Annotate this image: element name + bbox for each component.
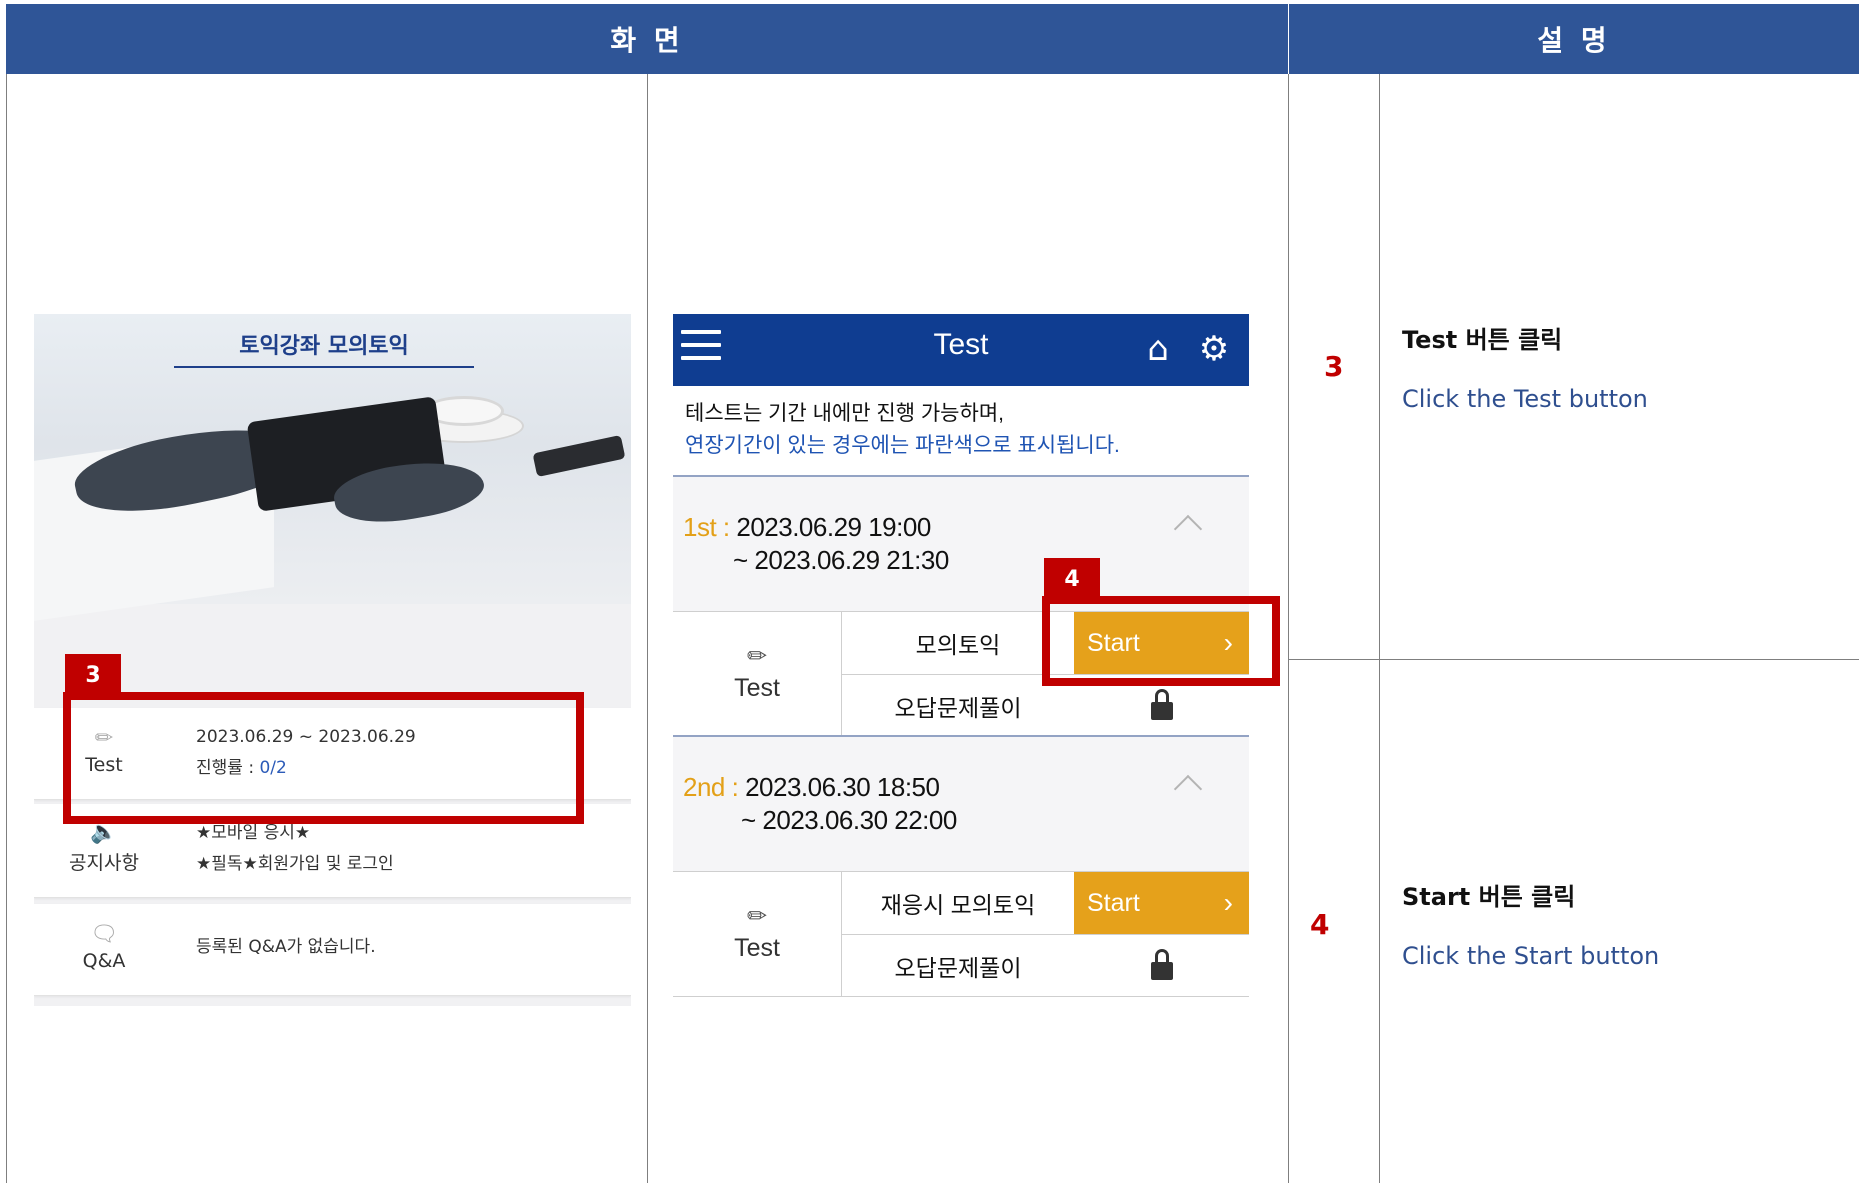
callout-box-4 [1042, 596, 1280, 686]
border-screen-split [647, 74, 648, 1183]
settings-icon[interactable]: ⚙ [1191, 326, 1237, 372]
step-number-4: 4 [1310, 908, 1330, 941]
session-2-end: ~ 2023.06.30 22:00 [741, 805, 957, 835]
session-1-row2-label: 오답문제풀이 [894, 695, 1022, 721]
session-2-left-label: Test [734, 934, 780, 962]
home-icon[interactable]: ⌂ [1135, 326, 1181, 372]
border-left [6, 74, 7, 1183]
step-3-desc: Click the Test button [1402, 385, 1648, 413]
step-4-title: Start 버튼 클릭 [1402, 883, 1576, 911]
session-1-start: 1st : 2023.06.29 19:00 [683, 512, 931, 542]
border-step-row [1288, 659, 1859, 660]
notice-card-label: 공지사항 [69, 852, 139, 874]
banner-image: 토익강좌 모의토익 [34, 314, 631, 621]
session-2-start: 2nd : 2023.06.30 18:50 [683, 772, 940, 802]
chevron-up-icon[interactable] [1173, 774, 1203, 804]
app-bar: Test ⌂ ⚙ [673, 314, 1249, 386]
banner-phone [532, 434, 626, 478]
callout-box-3 [63, 692, 584, 824]
notice-line-2: ★필독★회원가입 및 로그인 [196, 854, 394, 874]
callout-tag-4: 4 [1044, 558, 1100, 600]
step-3-title: Test 버튼 클릭 [1402, 326, 1563, 354]
lock-icon [1074, 935, 1249, 997]
banner-title: 토익강좌 모의토익 [174, 328, 474, 368]
session-1-end: ~ 2023.06.29 21:30 [733, 545, 949, 575]
border-desc-split [1288, 74, 1289, 1183]
header-description: 설 명 [1289, 4, 1859, 74]
chevron-right-icon: › [1223, 887, 1233, 918]
test-notice: 테스트는 기간 내에만 진행 가능하며, 연장기간이 있는 경우에는 파란색으로… [685, 398, 1120, 462]
session-2-row2-label: 오답문제풀이 [894, 955, 1022, 981]
border-step-split [1379, 74, 1380, 1183]
session-1-header[interactable]: 1st : 2023.06.29 19:00 ~ 2023.06.29 21:3… [673, 475, 1249, 611]
pencil-icon: ✏ [746, 642, 768, 670]
chat-icon: 🗨 [90, 922, 118, 947]
test-notice-line-1: 테스트는 기간 내에만 진행 가능하며, [685, 402, 1004, 425]
session-2-header[interactable]: 2nd : 2023.06.30 18:50 ~ 2023.06.30 22:0… [673, 735, 1249, 871]
chevron-up-icon[interactable] [1173, 514, 1203, 544]
speaker-icon: 🔈 [90, 820, 118, 845]
home-screen: 토익강좌 모의토익 ✏ Test 2023.06.29 ~ 2023.06.29… [34, 314, 631, 1006]
session-2-row1-label: 재응시 모의토익 [880, 892, 1036, 918]
step-4-desc: Click the Start button [1402, 942, 1660, 970]
test-notice-line-2: 연장기간이 있는 경우에는 파란색으로 표시됩니다. [685, 434, 1120, 457]
session-1-row1-label: 모의토익 [915, 632, 1001, 658]
step-number-3: 3 [1324, 350, 1344, 383]
pencil-icon: ✏ [746, 902, 768, 930]
qa-card[interactable]: 🗨 Q&A 등록된 Q&A가 없습니다. [34, 904, 631, 996]
qa-card-label: Q&A [82, 950, 126, 972]
start-button-2[interactable]: Start › [1074, 872, 1249, 934]
qa-card-text: 등록된 Q&A가 없습니다. [196, 937, 376, 957]
session-1-left-label: Test [734, 674, 780, 702]
callout-tag-3: 3 [65, 654, 121, 696]
session-2-grid: ✏ Test 재응시 모의토익 오답문제풀이 Start › [673, 871, 1249, 997]
header-screen: 화 면 [6, 4, 1288, 74]
